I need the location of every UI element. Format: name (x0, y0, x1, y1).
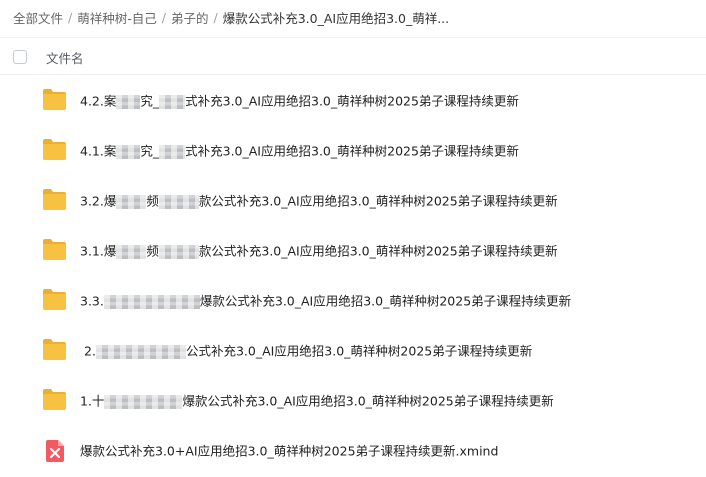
file-name[interactable]: 4.1.案 究_ 式补充3.0_AI应用绝招3.0_萌祥种树2025弟子课程持续更新 (80, 126, 519, 176)
folder-icon (43, 388, 66, 414)
file-name-middle: 究_ (140, 143, 160, 159)
file-name-start: 2. (84, 343, 96, 359)
xmind-file-icon (46, 440, 69, 466)
breadcrumb-all-files[interactable]: 全部文件 (13, 8, 63, 27)
file-row[interactable]: 3.2.爆 频 款公式补充3.0_AI应用绝招3.0_萌祥种树2025弟子课程持续更… (0, 176, 706, 226)
file-name-middle: 究_ (140, 93, 160, 109)
folder-icon (43, 288, 66, 314)
file-name-end: 款公式补充3.0_AI应用绝招3.0_萌祥种树2025弟子课程持续更新 (198, 193, 558, 209)
file-row[interactable]: 3.3. 爆款公式补充3.0_AI应用绝招3.0_萌祥种树2025弟子课程持续更新 (0, 276, 706, 326)
file-row[interactable]: 1.十 爆款公式补充3.0_AI应用绝招3.0_萌祥种树2025弟子课程持续更新 (0, 376, 706, 426)
redacted-mosaic (159, 144, 186, 159)
redacted-mosaic (116, 144, 141, 159)
file-name[interactable]: 3.2.爆 频 款公式补充3.0_AI应用绝招3.0_萌祥种树2025弟子课程持续更… (80, 176, 558, 226)
file-name[interactable]: 4.2.案 究_ 式补充3.0_AI应用绝招3.0_萌祥种树2025弟子课程持续更新 (80, 76, 519, 126)
redacted-mosaic (116, 244, 147, 259)
file-name-start: 3.3. (80, 293, 104, 309)
redacted-mosaic (116, 94, 141, 109)
file-name-end: 式补充3.0_AI应用绝招3.0_萌祥种树2025弟子课程持续更新 (185, 143, 519, 159)
redacted-mosaic (116, 194, 147, 209)
file-name[interactable]: 1.十 爆款公式补充3.0_AI应用绝招3.0_萌祥种树2025弟子课程持续更新 (80, 376, 554, 426)
breadcrumb-folder-mengxiang[interactable]: 萌祥种树-自己 (77, 8, 157, 27)
breadcrumb: 全部文件 / 萌祥种树-自己 / 弟子的 / 爆款公式补充3.0_AI应用绝招3… (13, 7, 698, 27)
select-all-checkbox[interactable] (13, 50, 27, 64)
file-name-end: 爆款公式补充3.0_AI应用绝招3.0_萌祥种树2025弟子课程持续更新 (182, 393, 554, 409)
file-name-start: 4.1.案 (80, 143, 117, 159)
breadcrumb-separator: / (161, 9, 166, 25)
file-row[interactable]: 2. 公式补充3.0_AI应用绝招3.0_萌祥种树2025弟子课程持续更新 (0, 326, 706, 376)
folder-icon (43, 138, 66, 164)
file-name[interactable]: 3.3. 爆款公式补充3.0_AI应用绝招3.0_萌祥种树2025弟子课程持续更新 (80, 276, 571, 326)
redacted-mosaic (103, 294, 200, 309)
breadcrumb-folder-disciples[interactable]: 弟子的 (171, 8, 209, 27)
file-name-middle: 频 (146, 243, 159, 259)
folder-icon (43, 338, 66, 364)
file-name-end: 式补充3.0_AI应用绝招3.0_萌祥种树2025弟子课程持续更新 (185, 93, 519, 109)
file-row[interactable]: 爆款公式补充3.0+AI应用绝招3.0_萌祥种树2025弟子课程持续更新.xmi… (0, 426, 706, 476)
column-header-filename[interactable]: 文件名 (46, 48, 84, 67)
folder-icon (43, 188, 66, 214)
redacted-mosaic (95, 344, 186, 359)
file-row[interactable]: 3.1.爆 频 款公式补充3.0_AI应用绝招3.0_萌祥种树2025弟子课程持续更… (0, 226, 706, 276)
file-row[interactable]: 4.2.案 究_ 式补充3.0_AI应用绝招3.0_萌祥种树2025弟子课程持续更新 (0, 76, 706, 126)
redacted-mosaic (158, 244, 199, 259)
redacted-mosaic (159, 94, 186, 109)
file-name-start: 3.1.爆 (80, 243, 117, 259)
file-name-start: 1.十 (80, 393, 105, 409)
breadcrumb-separator: / (213, 9, 218, 25)
breadcrumb-current-folder: 爆款公式补充3.0_AI应用绝招3.0_萌祥... (222, 10, 450, 26)
file-name-end: 爆款公式补充3.0_AI应用绝招3.0_萌祥种树2025弟子课程持续更新 (199, 293, 572, 309)
redacted-mosaic (158, 194, 199, 209)
file-name-end: 公式补充3.0_AI应用绝招3.0_萌祥种树2025弟子课程持续更新 (185, 343, 533, 359)
file-name-start: 爆款公式补充3.0+AI应用绝招3.0_萌祥种树2025弟子课程持续更新.xmi… (80, 443, 499, 459)
file-name[interactable]: 2. 公式补充3.0_AI应用绝招3.0_萌祥种树2025弟子课程持续更新 (84, 326, 532, 376)
redacted-mosaic (104, 394, 183, 409)
file-name[interactable]: 3.1.爆 频 款公式补充3.0_AI应用绝招3.0_萌祥种树2025弟子课程持续更… (80, 226, 558, 276)
breadcrumb-separator: / (68, 9, 73, 25)
file-list-header: 文件名 (0, 37, 706, 75)
file-name[interactable]: 爆款公式补充3.0+AI应用绝招3.0_萌祥种树2025弟子课程持续更新.xmi… (80, 426, 498, 476)
file-name-start: 3.2.爆 (80, 193, 117, 209)
folder-icon (43, 88, 66, 114)
folder-icon (43, 238, 66, 264)
file-name-middle: 频 (146, 193, 159, 209)
file-name-end: 款公式补充3.0_AI应用绝招3.0_萌祥种树2025弟子课程持续更新 (198, 243, 558, 259)
file-name-start: 4.2.案 (80, 93, 117, 109)
file-row[interactable]: 4.1.案 究_ 式补充3.0_AI应用绝招3.0_萌祥种树2025弟子课程持续更新 (0, 126, 706, 176)
